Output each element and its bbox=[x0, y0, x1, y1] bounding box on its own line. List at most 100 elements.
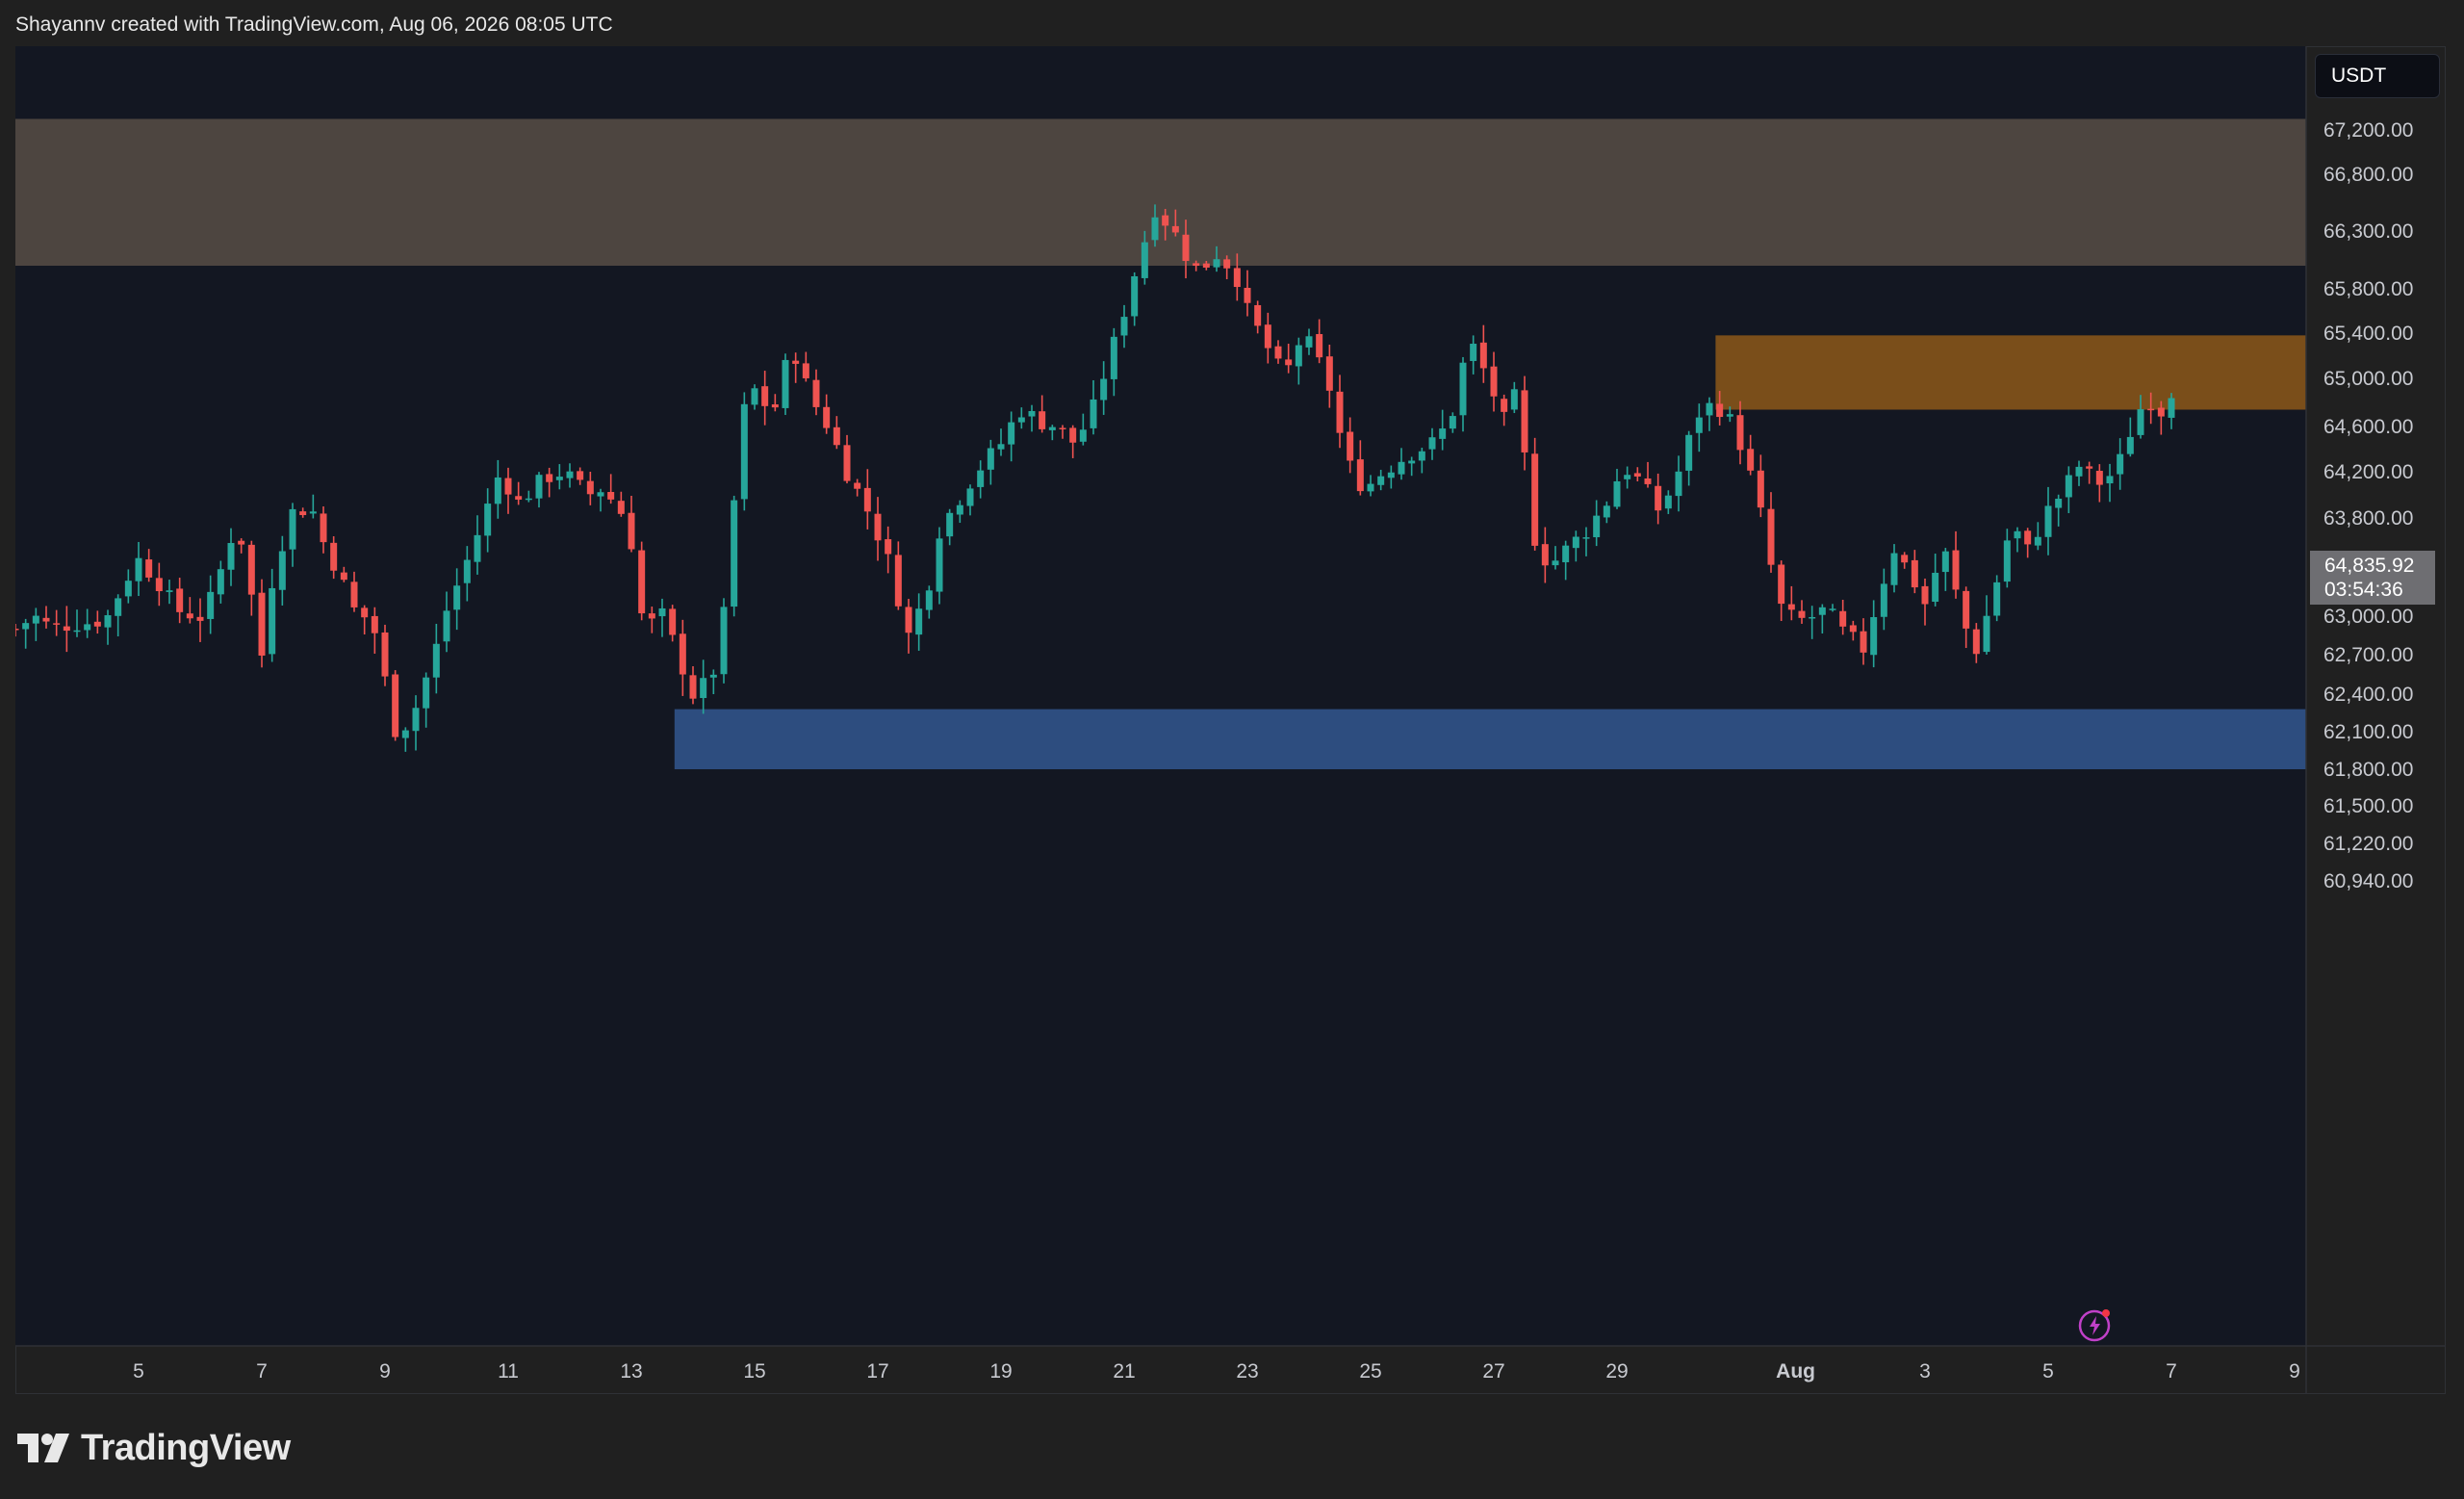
candle-body bbox=[207, 591, 215, 619]
candle-body bbox=[679, 633, 686, 675]
candle-body bbox=[412, 708, 420, 732]
last-price-label: 64,835.92 03:54:36 bbox=[2310, 551, 2435, 605]
candle-body bbox=[1223, 259, 1231, 269]
price-tick-label: 65,000.00 bbox=[2323, 368, 2413, 390]
candle-body bbox=[1921, 585, 1929, 605]
price-axis[interactable]: 67,200.00 66,800.00 66,300.00 65,800.00 65,4… bbox=[2323, 119, 2413, 892]
candle-body bbox=[1695, 417, 1703, 433]
candle-body bbox=[689, 675, 697, 699]
candle-body bbox=[833, 426, 840, 446]
candle-body bbox=[269, 587, 276, 655]
candle-body bbox=[1347, 431, 1354, 461]
candle-body bbox=[1017, 417, 1025, 423]
time-tick-label: 17 bbox=[866, 1360, 888, 1383]
candle-body bbox=[854, 482, 861, 489]
last-price-value: 64,835.92 bbox=[2324, 555, 2415, 577]
time-tick-label: 3 bbox=[1919, 1360, 1931, 1383]
candle-body bbox=[1398, 461, 1405, 475]
candle-body bbox=[1983, 615, 1990, 653]
candle-body bbox=[669, 608, 677, 635]
candle bbox=[392, 670, 399, 741]
candle-body bbox=[1531, 453, 1539, 546]
price-tick-label: 63,000.00 bbox=[2323, 606, 2413, 628]
candle-body bbox=[371, 615, 378, 633]
candle-body bbox=[1428, 437, 1436, 450]
candle-body bbox=[648, 613, 655, 619]
candle-body bbox=[1039, 411, 1046, 429]
candle bbox=[720, 598, 728, 684]
candle-body bbox=[894, 555, 902, 607]
candle-body bbox=[258, 592, 266, 656]
candle-body bbox=[874, 513, 882, 541]
candle-body bbox=[843, 445, 851, 481]
candle-body bbox=[761, 386, 769, 406]
candle-body bbox=[1048, 426, 1056, 430]
price-tick-label: 62,100.00 bbox=[2323, 721, 2413, 743]
tradingview-logo[interactable]: TradingView bbox=[17, 1427, 291, 1469]
candle-body bbox=[1685, 434, 1693, 471]
candle-body bbox=[1593, 515, 1601, 538]
time-tick-label: 27 bbox=[1482, 1360, 1504, 1383]
lightning-icon[interactable] bbox=[2078, 1307, 2113, 1342]
candle-body bbox=[278, 551, 286, 590]
time-tick-label: 21 bbox=[1113, 1360, 1135, 1383]
candle-body bbox=[2075, 466, 2083, 477]
tradingview-logo-icon bbox=[17, 1434, 69, 1462]
candle-body bbox=[628, 512, 635, 550]
candle-body bbox=[597, 492, 604, 497]
time-tick-label: Aug bbox=[1776, 1360, 1815, 1383]
candle-body bbox=[2137, 409, 2144, 435]
candle-body bbox=[823, 406, 831, 428]
candle-body bbox=[1028, 410, 1036, 417]
candle-body bbox=[2065, 475, 2072, 498]
candle-body bbox=[93, 621, 101, 627]
supply-zone[interactable] bbox=[15, 118, 2306, 267]
candle-body bbox=[885, 539, 892, 555]
candle-body bbox=[1541, 544, 1549, 566]
candle-body bbox=[1675, 471, 1682, 497]
candle-body bbox=[1880, 583, 1887, 617]
candle-body bbox=[977, 470, 985, 487]
candle-body bbox=[1890, 553, 1898, 585]
time-tick-label: 23 bbox=[1236, 1360, 1258, 1383]
candle-body bbox=[1316, 334, 1323, 358]
candle-body bbox=[1285, 359, 1293, 366]
candle-body bbox=[709, 674, 717, 678]
candle-body bbox=[1120, 317, 1128, 336]
resistance-zone[interactable] bbox=[1715, 335, 2306, 410]
price-tick-label: 62,400.00 bbox=[2323, 684, 2413, 706]
candle-body bbox=[361, 607, 369, 618]
candle-body bbox=[155, 578, 163, 592]
candle-body bbox=[617, 501, 625, 514]
candle-body bbox=[1963, 590, 1970, 629]
candle-body bbox=[166, 590, 173, 592]
candle-body bbox=[1377, 476, 1385, 485]
candle-body bbox=[124, 581, 132, 597]
candle-body bbox=[463, 559, 471, 583]
candle-body bbox=[453, 585, 461, 610]
candle-body bbox=[1356, 459, 1364, 492]
candle-body bbox=[1408, 460, 1416, 464]
candle-body bbox=[1644, 478, 1652, 484]
candle-body bbox=[145, 559, 153, 578]
candle-body bbox=[905, 607, 912, 633]
candle-body bbox=[84, 624, 91, 631]
candle-body bbox=[1633, 473, 1641, 477]
candle-body bbox=[1069, 427, 1077, 443]
candle-body bbox=[1254, 304, 1262, 326]
candle-body bbox=[1079, 429, 1087, 442]
candle-body bbox=[401, 730, 409, 738]
price-chart[interactable]: 67,200.00 66,800.00 66,300.00 65,800.00 65,4… bbox=[15, 46, 2446, 1394]
candle-body bbox=[751, 388, 758, 405]
candle-body bbox=[2157, 407, 2165, 417]
candle-body bbox=[1829, 608, 1836, 610]
candle-body bbox=[350, 582, 358, 607]
candle-body bbox=[1818, 607, 1826, 615]
currency-button[interactable]: USDT bbox=[2315, 54, 2440, 98]
time-axis[interactable]: 5 7 9 11 13 15 17 19 21 23 25 27 29 Aug 3 5 7 9 bbox=[133, 1360, 2300, 1383]
support-zone[interactable] bbox=[674, 709, 2306, 769]
candle-body bbox=[2034, 536, 2041, 546]
time-tick-label: 7 bbox=[2166, 1360, 2177, 1383]
candle-body bbox=[1757, 470, 1764, 508]
candle-body bbox=[1809, 616, 1816, 619]
